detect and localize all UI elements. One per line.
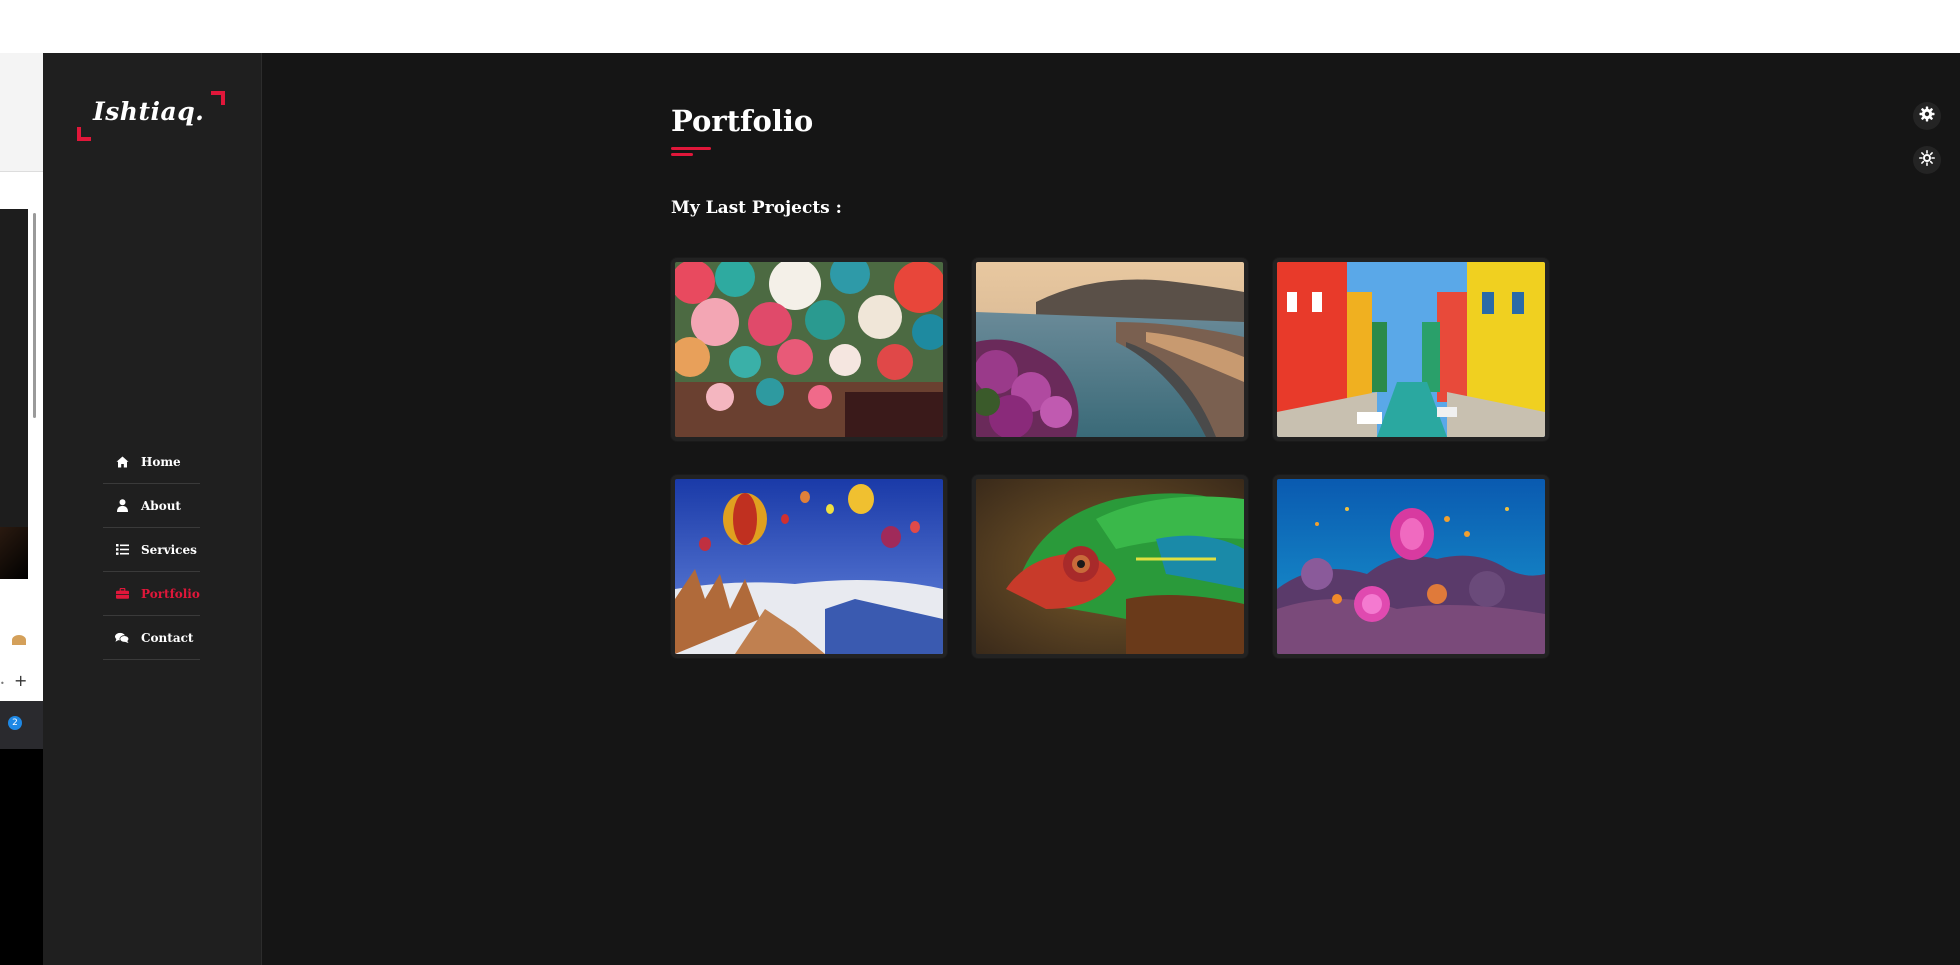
nav-label: Portfolio (141, 586, 200, 601)
project-image (675, 479, 943, 654)
portfolio-item-colorful-canal[interactable] (1273, 258, 1549, 441)
nav-label: Services (141, 542, 197, 557)
list-icon (115, 543, 129, 557)
nav-label: Home (141, 454, 181, 469)
project-image (976, 262, 1244, 437)
page-title: Portfolio (671, 104, 814, 138)
theme-toggle-button[interactable] (1913, 146, 1941, 174)
nav-label: About (141, 498, 181, 513)
nav-label: Contact (141, 630, 194, 645)
gear-icon (1919, 106, 1935, 126)
portfolio-item-coastal-town[interactable] (972, 258, 1248, 441)
project-image (1277, 479, 1545, 654)
project-image (976, 479, 1244, 654)
nav-item-contact[interactable]: Contact (103, 616, 200, 660)
title-underline (671, 147, 711, 150)
project-image (1277, 262, 1545, 437)
settings-button[interactable] (1913, 102, 1941, 130)
site-logo[interactable]: Ishtiaq. (77, 91, 225, 141)
add-tab-icon[interactable]: + (14, 671, 27, 690)
main-nav: Home About Services Portfolio Contact (103, 440, 200, 660)
portfolio-item-hot-air-balloons[interactable] (671, 475, 947, 658)
portfolio-item-chameleon[interactable] (972, 475, 1248, 658)
title-underline-short (671, 153, 693, 156)
section-subtitle: My Last Projects : (671, 198, 842, 218)
sun-icon (1919, 150, 1935, 170)
portfolio-item-coral-reef[interactable] (1273, 475, 1549, 658)
home-icon (115, 455, 129, 469)
nav-item-about[interactable]: About (103, 484, 200, 528)
comments-icon (115, 631, 129, 645)
notification-badge: 2 (8, 716, 22, 730)
project-image (675, 262, 943, 437)
app-window: Ishtiaq. Home About Services Portfolio C… (43, 53, 1960, 965)
user-icon (115, 499, 129, 513)
logo-text: Ishtiaq. (93, 97, 205, 126)
nav-item-services[interactable]: Services (103, 528, 200, 572)
scrollbar[interactable] (33, 213, 36, 418)
nav-item-portfolio[interactable]: Portfolio (103, 572, 200, 616)
sidebar: Ishtiaq. Home About Services Portfolio C… (43, 53, 262, 965)
browser-top-bar (0, 0, 1960, 53)
portfolio-item-umbrellas[interactable] (671, 258, 947, 441)
background-window-edge: • + 2 (0, 53, 43, 965)
briefcase-icon (115, 587, 129, 601)
nav-item-home[interactable]: Home (103, 440, 200, 484)
